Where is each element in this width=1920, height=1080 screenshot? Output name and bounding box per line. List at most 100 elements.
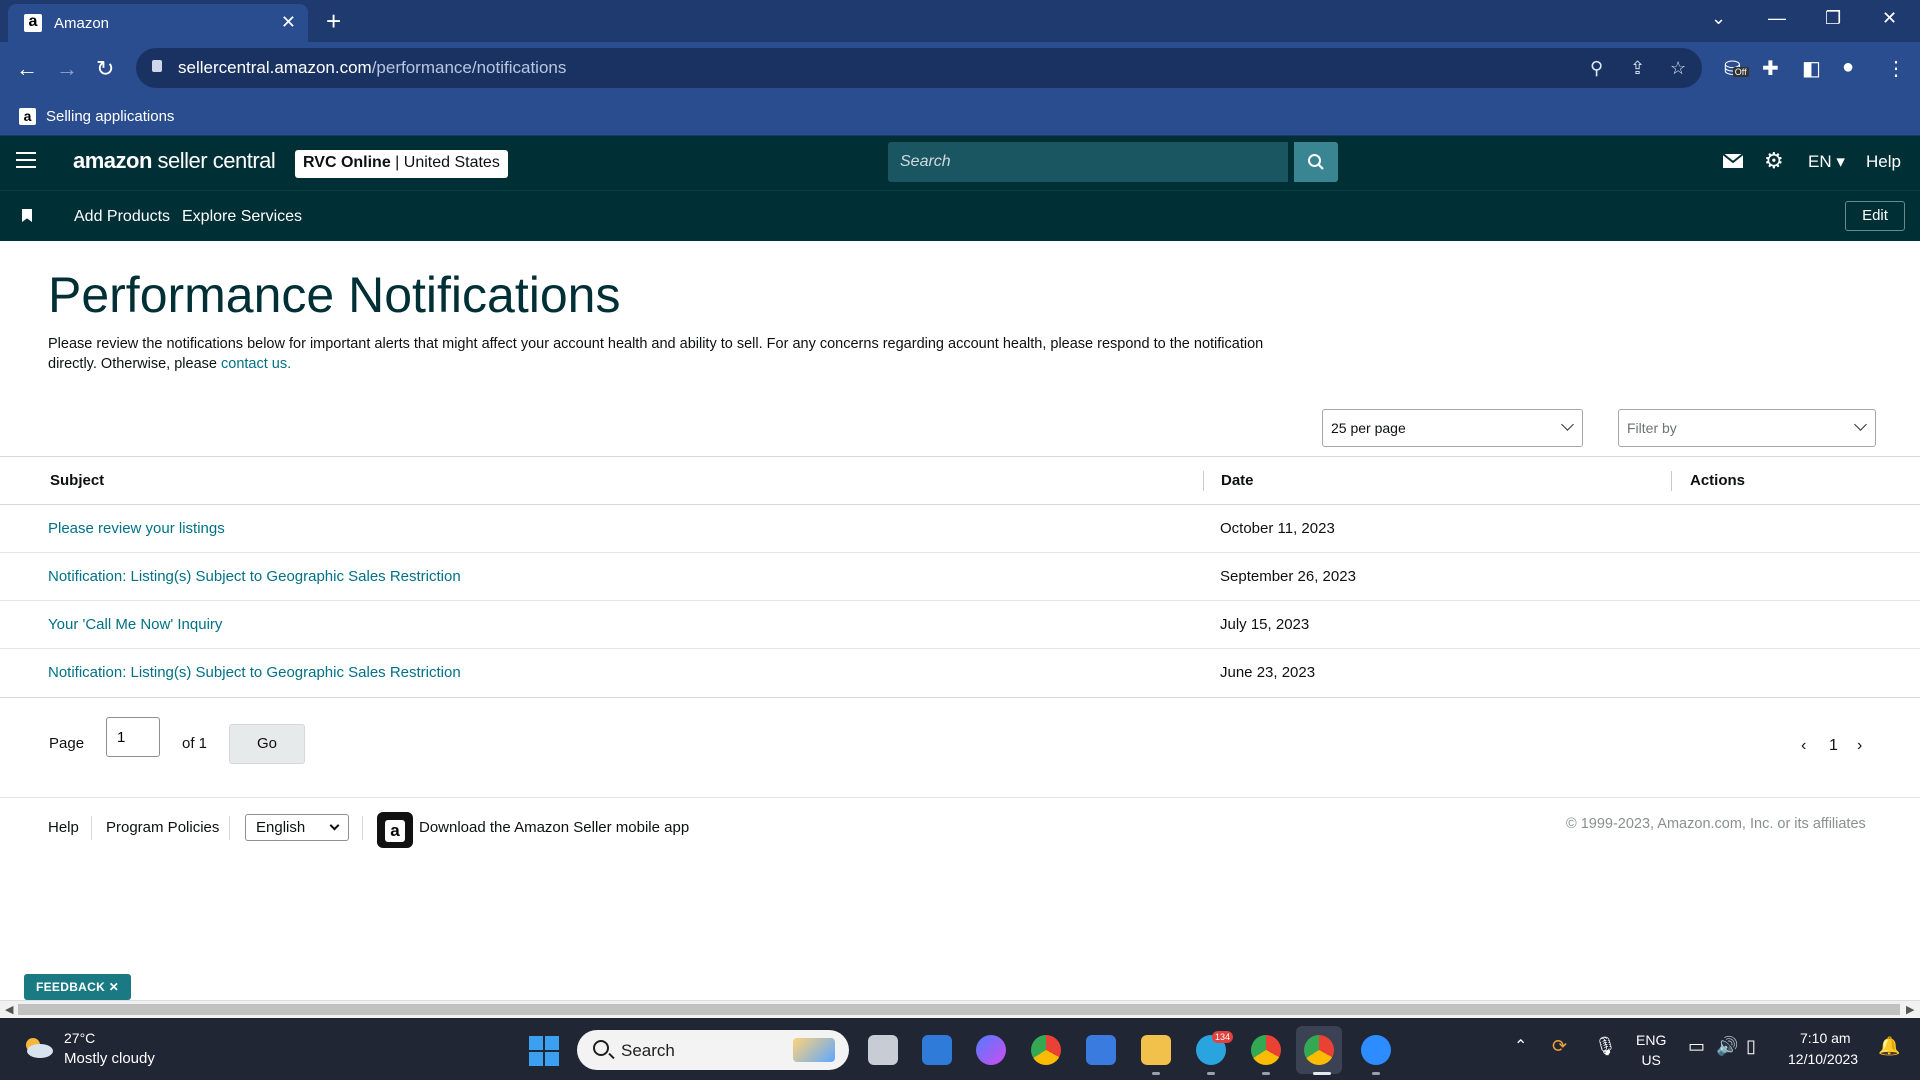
volume-icon[interactable]: 🔊 bbox=[1716, 1036, 1738, 1057]
notification-date: October 11, 2023 bbox=[1220, 520, 1335, 537]
browser-menu-icon[interactable]: ⋮ bbox=[1886, 56, 1906, 81]
lock-icon bbox=[152, 60, 162, 72]
profile-icon[interactable]: ● bbox=[1842, 56, 1854, 79]
running-indicator bbox=[1313, 1072, 1331, 1075]
column-date[interactable]: Date bbox=[1221, 472, 1254, 489]
taskbar-search[interactable]: Search bbox=[577, 1030, 849, 1070]
extensions-puzzle-icon[interactable]: ✚ bbox=[1762, 56, 1779, 81]
chrome-active-icon[interactable] bbox=[1304, 1035, 1334, 1065]
search-icon bbox=[1308, 154, 1324, 170]
intro-text: Please review the notifications below fo… bbox=[48, 336, 1264, 372]
scrollbar-thumb[interactable] bbox=[18, 1004, 1900, 1015]
table-row: Please review your listings October 11, … bbox=[0, 505, 1920, 553]
store-name: RVC Online bbox=[303, 154, 391, 171]
notifications-bell-icon[interactable]: 🔔 bbox=[1878, 1036, 1900, 1057]
column-subject[interactable]: Subject bbox=[50, 472, 104, 489]
scroll-right-icon[interactable]: ▶ bbox=[1906, 1003, 1914, 1016]
store-selector[interactable]: RVC Online | United States bbox=[295, 150, 508, 178]
chrome-profile-icon[interactable] bbox=[1251, 1035, 1281, 1065]
chrome-icon[interactable] bbox=[1031, 1035, 1061, 1065]
scroll-left-icon[interactable]: ◀ bbox=[5, 1003, 13, 1016]
store-region: United States bbox=[403, 154, 500, 171]
extension-off-icon[interactable]: ⛁Off bbox=[1724, 56, 1749, 81]
restore-icon[interactable]: ❐ bbox=[1825, 8, 1841, 29]
browser-tab[interactable]: a Amazon ✕ bbox=[8, 4, 308, 42]
microphone-icon[interactable]: 🎙 bbox=[1594, 1036, 1617, 1057]
feedback-button[interactable]: FEEDBACK ✕ bbox=[24, 974, 132, 1000]
tab-title: Amazon bbox=[54, 15, 110, 32]
filter-select[interactable]: Filter by bbox=[1618, 409, 1876, 447]
bookmark-icon[interactable] bbox=[22, 209, 32, 222]
back-icon[interactable]: ← bbox=[16, 56, 38, 82]
clock-time[interactable]: 7:10 am bbox=[1800, 1030, 1851, 1046]
subnav-add-products[interactable]: Add Products bbox=[74, 208, 170, 226]
chevron-down-icon bbox=[1561, 418, 1574, 431]
footer-help-link[interactable]: Help bbox=[48, 819, 79, 836]
hamburger-menu-icon[interactable] bbox=[16, 152, 36, 168]
weather-description[interactable]: Mostly cloudy bbox=[64, 1050, 155, 1067]
footer-program-policies-link[interactable]: Program Policies bbox=[106, 819, 219, 836]
network-icon[interactable]: ▭ bbox=[1688, 1036, 1705, 1057]
reload-icon[interactable]: ↻ bbox=[96, 56, 114, 82]
window-close-icon[interactable]: ✕ bbox=[1882, 8, 1897, 29]
zoom-app-icon[interactable] bbox=[1361, 1035, 1391, 1065]
settings-gear-icon[interactable]: ⚙ bbox=[1764, 148, 1784, 174]
mail-icon[interactable] bbox=[1722, 152, 1744, 175]
horizontal-scrollbar[interactable]: ◀ ▶ bbox=[0, 1000, 1920, 1018]
prev-page-icon[interactable]: ‹ bbox=[1801, 737, 1806, 755]
windows-start-icon[interactable] bbox=[529, 1036, 559, 1066]
per-page-select[interactable]: 25 per page bbox=[1322, 409, 1583, 447]
seller-central-logo[interactable]: amazon seller central bbox=[73, 148, 276, 174]
download-app-link[interactable]: Download the Amazon Seller mobile app bbox=[419, 819, 689, 836]
show-hidden-icons-chevron-icon[interactable]: ⌃ bbox=[1514, 1036, 1527, 1056]
battery-icon[interactable]: ▯ bbox=[1746, 1036, 1756, 1057]
zoom-icon[interactable]: ⚲ bbox=[1590, 58, 1603, 79]
table-row: Your 'Call Me Now' Inquiry July 15, 2023 bbox=[0, 601, 1920, 649]
browser-tab-strip: a Amazon ✕ + ⌄ — ❐ ✕ bbox=[0, 0, 1920, 42]
side-panel-icon[interactable]: ◧ bbox=[1802, 56, 1821, 81]
notification-subject-link[interactable]: Your 'Call Me Now' Inquiry bbox=[48, 616, 222, 633]
bookmark-star-icon[interactable]: ☆ bbox=[1670, 58, 1686, 79]
contact-us-link[interactable]: contact us. bbox=[221, 356, 291, 372]
close-icon[interactable]: ✕ bbox=[109, 980, 119, 994]
notepad-icon[interactable] bbox=[1086, 1035, 1116, 1065]
sync-icon[interactable]: ⟳ bbox=[1552, 1036, 1567, 1057]
edit-button[interactable]: Edit bbox=[1845, 201, 1905, 231]
help-link[interactable]: Help bbox=[1866, 152, 1901, 172]
next-page-icon[interactable]: › bbox=[1857, 737, 1862, 755]
search-input[interactable] bbox=[888, 142, 1288, 182]
page-of-label: of 1 bbox=[182, 735, 208, 752]
clock-date[interactable]: 12/10/2023 bbox=[1788, 1051, 1858, 1067]
notification-subject-link[interactable]: Notification: Listing(s) Subject to Geog… bbox=[48, 664, 461, 681]
language-selector[interactable]: EN ▾ bbox=[1808, 152, 1845, 172]
search-icon bbox=[593, 1040, 609, 1056]
share-icon[interactable]: ⇪ bbox=[1630, 58, 1645, 79]
footer-language-select[interactable]: English bbox=[245, 814, 349, 841]
forward-icon[interactable]: → bbox=[56, 56, 78, 82]
seller-central-subnav: Add Products Explore Services Edit bbox=[0, 190, 1920, 241]
running-indicator bbox=[1372, 1072, 1380, 1075]
weather-temperature[interactable]: 27°C bbox=[64, 1030, 95, 1046]
task-view-icon[interactable] bbox=[868, 1035, 898, 1065]
page-number-input[interactable] bbox=[106, 717, 160, 757]
notification-subject-link[interactable]: Please review your listings bbox=[48, 520, 225, 537]
bookmark-selling-applications[interactable]: Selling applications bbox=[46, 108, 174, 125]
messenger-icon[interactable] bbox=[976, 1035, 1006, 1065]
search-field[interactable] bbox=[888, 142, 1288, 182]
new-tab-icon[interactable]: + bbox=[326, 6, 341, 37]
current-page-number[interactable]: 1 bbox=[1829, 737, 1838, 755]
footer-divider bbox=[362, 816, 363, 840]
go-button[interactable]: Go bbox=[229, 724, 305, 764]
tab-search-chevron-icon[interactable]: ⌄ bbox=[1711, 8, 1726, 29]
input-language-indicator[interactable]: ENG US bbox=[1636, 1030, 1666, 1070]
mail-app-icon[interactable] bbox=[922, 1035, 952, 1065]
amazon-seller-app-icon[interactable]: a bbox=[377, 812, 413, 848]
tab-close-icon[interactable]: ✕ bbox=[281, 12, 296, 33]
address-bar[interactable]: sellercentral.amazon.com/performance/not… bbox=[136, 48, 1702, 88]
column-divider bbox=[1671, 471, 1672, 491]
notification-subject-link[interactable]: Notification: Listing(s) Subject to Geog… bbox=[48, 568, 461, 585]
file-explorer-icon[interactable] bbox=[1141, 1035, 1171, 1065]
search-button[interactable] bbox=[1294, 142, 1338, 182]
minimize-icon[interactable]: — bbox=[1768, 8, 1786, 29]
subnav-explore-services[interactable]: Explore Services bbox=[182, 208, 302, 226]
